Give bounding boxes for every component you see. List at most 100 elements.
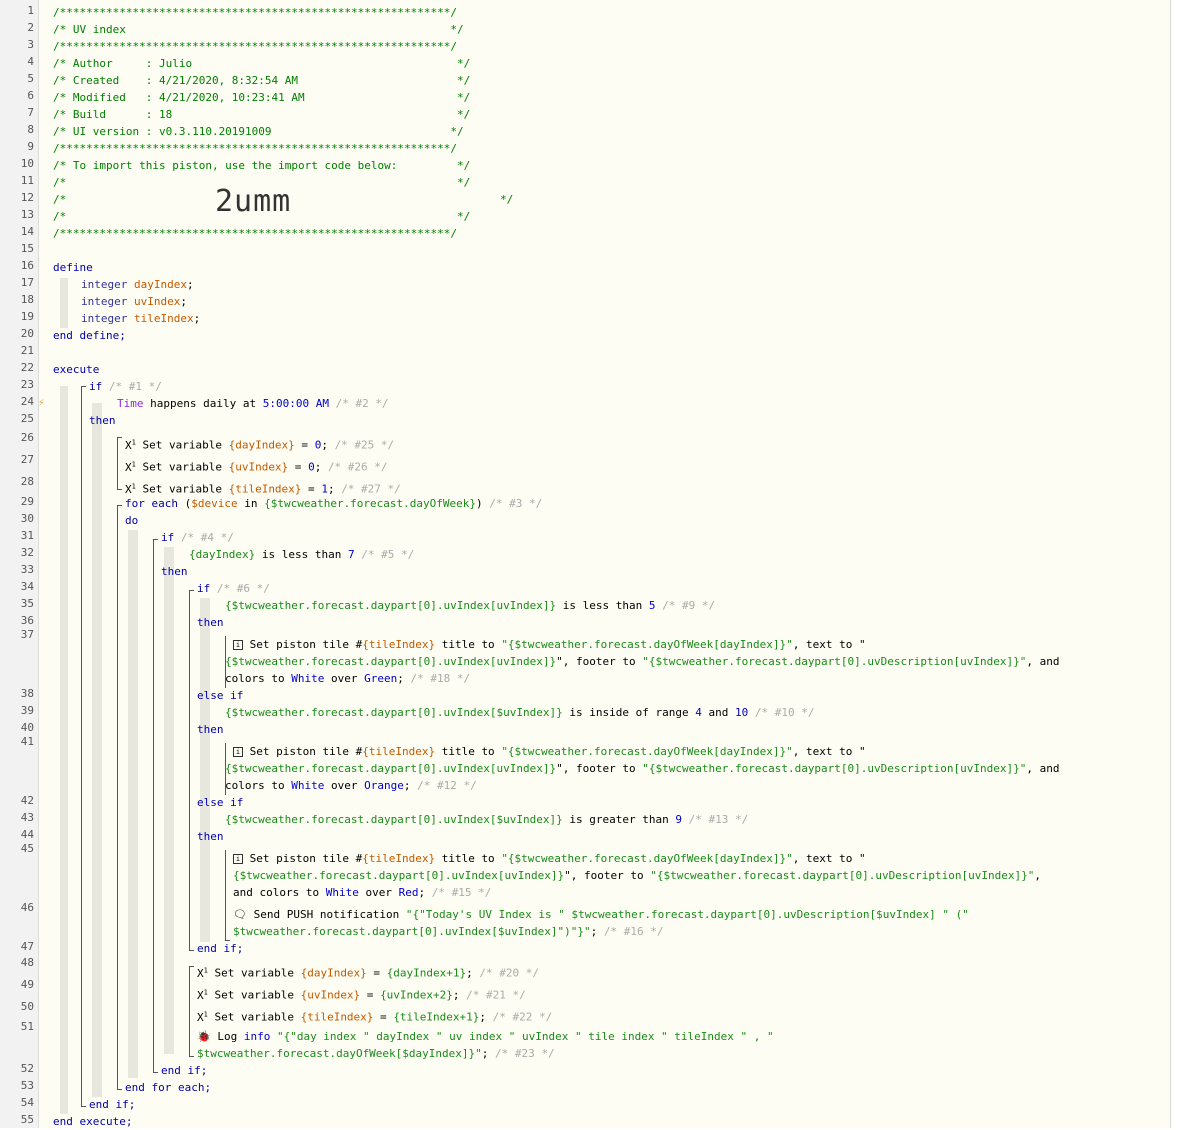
inc-dayIndex[interactable]: X1 Set variable {dayIndex} = {dayIndex+1… <box>197 962 539 982</box>
set-tile-green-colors[interactable]: colors to White over Green; /* #18 */ <box>225 670 470 687</box>
line-number: 17 <box>20 276 34 289</box>
set-tile-red[interactable]: i Set piston tile #{tileIndex} title to … <box>233 850 866 867</box>
kw-end-define: end define; <box>53 329 126 342</box>
line-number: 54 <box>20 1096 34 1109</box>
line-number: 36 <box>20 614 34 627</box>
bracket-tick <box>189 1056 194 1057</box>
set-variable-icon: X1 <box>125 460 136 474</box>
indent-bar <box>60 278 68 328</box>
line-number: 1 <box>27 4 34 17</box>
set-var-dayIndex[interactable]: X1 Set variable {dayIndex} = 0; /* #25 *… <box>125 434 394 454</box>
line-number: 7 <box>27 106 34 119</box>
set-tile-red-cont[interactable]: {$twcweather.forecast.daypart[0].uvIndex… <box>233 867 1041 884</box>
line-number: 22 <box>20 361 34 374</box>
set-variable-icon: X1 <box>197 1010 208 1024</box>
send-push-cont[interactable]: $twcweather.forecast.daypart[0].uvIndex[… <box>233 923 663 940</box>
code-editor[interactable]: 1 2 3 4 5 6 7 8 9 10 11 12 13 14 15 16 17 18 19 20 21 22 23 24 2… <box>0 0 1171 1128</box>
bracket-tick <box>117 437 122 438</box>
log-statement-cont[interactable]: $twcweather.forecast.dayOfWeek[$dayIndex… <box>197 1045 555 1062</box>
line-number: 12 <box>20 191 34 204</box>
header-border: /***************************************… <box>53 40 457 53</box>
header-modified: /* Modified : 4/21/2020, 10:23:41 AM */ <box>53 91 471 104</box>
line-number: 14 <box>20 225 34 238</box>
set-tile-orange-cont[interactable]: {$twcweather.forecast.daypart[0].uvIndex… <box>225 760 1059 777</box>
if-statement-6[interactable]: if /* #6 */ <box>197 580 270 597</box>
line-number: 10 <box>20 157 34 170</box>
set-tile-red-colors[interactable]: and colors to White over Red; /* #15 */ <box>233 884 491 901</box>
line-number: 16 <box>20 259 34 272</box>
condition-uv-range[interactable]: {$twcweather.forecast.daypart[0].uvIndex… <box>225 704 814 721</box>
line-number: 4 <box>27 55 34 68</box>
header-ui-version: /* UI version : v0.3.110.20191009 */ <box>53 125 464 138</box>
var-decl-tileIndex[interactable]: integer tileIndex; <box>81 310 200 327</box>
header-import-hint: /* To import this piston, use the import… <box>53 159 471 172</box>
kw-else-if: else if <box>197 689 244 702</box>
line-number: 24 <box>20 395 34 408</box>
bracket-tick <box>153 1072 158 1073</box>
line-number: 23 <box>20 378 34 391</box>
set-tile-green-cont[interactable]: {$twcweather.forecast.daypart[0].uvIndex… <box>225 653 1059 670</box>
tile-icon: i <box>233 747 243 757</box>
var-decl-dayIndex[interactable]: integer dayIndex; <box>81 276 194 293</box>
set-var-uvIndex[interactable]: X1 Set variable {uvIndex} = 0; /* #26 */ <box>125 456 388 476</box>
line-number: 47 <box>20 940 34 953</box>
kw-then: then <box>89 414 116 427</box>
inc-uvIndex[interactable]: X1 Set variable {uvIndex} = {uvIndex+2};… <box>197 984 526 1004</box>
line-number: 49 <box>20 978 34 991</box>
trigger-time[interactable]: Time happens daily at 5:00:00 AM /* #2 *… <box>117 395 389 412</box>
line-number: 19 <box>20 310 34 323</box>
bracket-tick <box>117 1089 122 1090</box>
condition-dayIndex[interactable]: {dayIndex} is less than 7 /* #5 */ <box>189 546 414 563</box>
line-number: 29 <box>20 495 34 508</box>
line-number: 21 <box>20 344 34 357</box>
header-border: /***************************************… <box>53 227 457 240</box>
line-number: 37 <box>20 628 34 641</box>
inc-tileIndex[interactable]: X1 Set variable {tileIndex} = {tileIndex… <box>197 1006 552 1026</box>
set-tile-orange[interactable]: i Set piston tile #{tileIndex} title to … <box>233 743 866 760</box>
indent-bar <box>200 598 210 942</box>
line-number: 35 <box>20 597 34 610</box>
lightning-icon: ⚡ <box>38 396 45 409</box>
line-number: 52 <box>20 1062 34 1075</box>
kw-then: then <box>197 616 224 629</box>
set-tile-orange-colors[interactable]: colors to White over Orange; /* #12 */ <box>225 777 477 794</box>
line-number: 33 <box>20 563 34 576</box>
for-each-statement[interactable]: for each ($device in {$twcweather.foreca… <box>125 495 542 512</box>
line-number: 34 <box>20 580 34 593</box>
bracket-tick <box>117 489 122 490</box>
if-bracket <box>189 590 190 950</box>
kw-else-if: else if <box>197 796 244 809</box>
if-statement-1[interactable]: if /* #1 */ <box>89 378 162 395</box>
if-bracket <box>153 539 154 1072</box>
log-statement[interactable]: 🐞 Log info "{"day index " dayIndex " uv … <box>197 1028 774 1045</box>
condition-uv-greater[interactable]: {$twcweather.forecast.daypart[0].uvIndex… <box>225 811 748 828</box>
line-number: 28 <box>20 475 34 488</box>
line-number: 5 <box>27 72 34 85</box>
if-statement-4[interactable]: if /* #4 */ <box>161 529 234 546</box>
line-number: 48 <box>20 956 34 969</box>
kw-end-if: end if; <box>161 1064 208 1077</box>
kw-end-if: end if; <box>89 1098 136 1111</box>
var-decl-uvIndex[interactable]: integer uvIndex; <box>81 293 187 310</box>
line-number: 45 <box>20 842 34 855</box>
line-number: 18 <box>20 293 34 306</box>
line-number: 44 <box>20 828 34 841</box>
send-push[interactable]: 🗨 Send PUSH notification "{"Today's UV I… <box>233 906 969 923</box>
kw-then: then <box>197 723 224 736</box>
for-bracket <box>117 505 118 1089</box>
set-tile-green[interactable]: i Set piston tile #{tileIndex} title to … <box>233 636 866 653</box>
line-number: 32 <box>20 546 34 559</box>
bracket-tick <box>189 966 194 967</box>
kw-then: then <box>161 565 188 578</box>
comment-icon: 🗨 <box>233 908 247 921</box>
line-number: 40 <box>20 721 34 734</box>
indent-bar <box>60 386 68 1114</box>
line-number: 8 <box>27 123 34 136</box>
line-number: 15 <box>20 242 34 255</box>
line-number: 26 <box>20 431 34 444</box>
condition-uv-less[interactable]: {$twcweather.forecast.daypart[0].uvIndex… <box>225 597 715 614</box>
set-bracket <box>189 966 190 1056</box>
line-number: 46 <box>20 901 34 914</box>
header-border: /***************************************… <box>53 6 457 19</box>
line-number: 39 <box>20 704 34 717</box>
